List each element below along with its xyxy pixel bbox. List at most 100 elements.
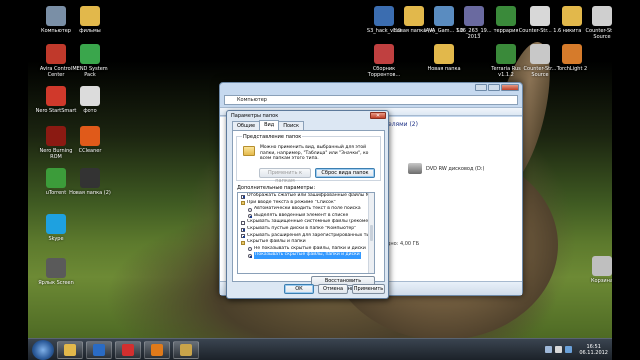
- shortcut-icon: [46, 44, 66, 64]
- desktop-icon[interactable]: Skype: [34, 214, 78, 242]
- shortcut-icon: [562, 44, 582, 64]
- advanced-setting-row[interactable]: Не показывать скрытые файлы, папки и дис…: [238, 246, 374, 253]
- shortcut-icon: [434, 44, 454, 64]
- shortcut-icon: [496, 44, 516, 64]
- folder-options-dialog[interactable]: Параметры папок ✕ Общие Вид Поиск Предст…: [226, 110, 389, 299]
- language-icon[interactable]: [565, 346, 573, 353]
- taskbar-button-folder-options[interactable]: [173, 340, 199, 359]
- letterbox-right: [612, 0, 640, 360]
- close-button[interactable]: [501, 84, 519, 91]
- desktop-icon[interactable]: Ярлык Screen: [34, 258, 78, 286]
- advanced-setting-label: При вводе текста в режиме "Список": [247, 199, 336, 205]
- advanced-setting-row[interactable]: Показывать скрытые файлы, папки и диски: [238, 252, 374, 259]
- advanced-setting-row[interactable]: Выделять введенный элемент в списке: [238, 213, 374, 220]
- shortcut-icon: [80, 86, 100, 106]
- folder-icon: [241, 240, 245, 245]
- apply-to-folders-button[interactable]: Применить к папкам: [259, 168, 311, 184]
- cancel-button[interactable]: Отмена: [318, 284, 348, 294]
- shortcut-icon: [404, 6, 424, 26]
- checkbox[interactable]: [241, 227, 245, 232]
- desktop-icon[interactable]: фото: [68, 86, 112, 114]
- desktop-icon-label: Skype: [48, 236, 64, 242]
- shortcut-icon: [80, 44, 100, 64]
- desktop-icon[interactable]: Counter-Str... Source: [580, 6, 612, 40]
- desktop-icon-label: Корзина: [590, 278, 612, 284]
- radio-button[interactable]: [248, 214, 252, 219]
- advanced-setting-row[interactable]: При вводе текста в режиме "Список": [238, 200, 374, 207]
- advanced-settings-label: Дополнительные параметры:: [237, 185, 316, 191]
- shortcut-icon: [530, 44, 550, 64]
- explorer-titlebar[interactable]: [220, 83, 522, 93]
- dialog-close-button[interactable]: ✕: [370, 112, 386, 119]
- taskbar-button-half-life[interactable]: [144, 340, 170, 359]
- desktop-icon[interactable]: Новая папка: [422, 44, 466, 72]
- taskbar-buttons: [54, 340, 199, 359]
- advanced-setting-label: Скрывать расширения для зарегистрированн…: [247, 232, 374, 238]
- shortcut-icon: [46, 6, 66, 26]
- advanced-setting-row[interactable]: Отображать сжатые или зашифрованные файл…: [238, 193, 374, 200]
- explorer-icon: [64, 343, 76, 356]
- advanced-setting-row[interactable]: Скрывать защищенные системные файлы (рек…: [238, 219, 374, 226]
- advanced-setting-row[interactable]: Автоматически вводить текст в поле поиск…: [238, 206, 374, 213]
- start-button[interactable]: [32, 339, 54, 360]
- radio-button[interactable]: [248, 207, 252, 212]
- folder-icon: [243, 146, 255, 156]
- tab-general[interactable]: Общие: [232, 121, 261, 130]
- advanced-setting-label: Выделять введенный элемент в списке: [254, 212, 349, 218]
- advanced-settings-scrollbar[interactable]: [368, 193, 374, 273]
- taskbar: 16:51 06.11.2012: [28, 338, 612, 360]
- desktop-icon-label: CCleaner: [78, 148, 102, 154]
- desktop-icon[interactable]: CCleaner: [68, 126, 112, 154]
- tab-search[interactable]: Поиск: [278, 121, 305, 130]
- tab-view[interactable]: Вид: [259, 120, 280, 130]
- minimize-button[interactable]: [475, 84, 487, 91]
- radio-button[interactable]: [248, 247, 252, 252]
- shortcut-icon: [530, 6, 550, 26]
- maximize-button[interactable]: [488, 84, 500, 91]
- desktop-icon[interactable]: TorchLight 2: [550, 44, 594, 72]
- explorer-group-header: елями (2): [388, 121, 418, 128]
- advanced-setting-row[interactable]: Скрывать расширения для зарегистрированн…: [238, 233, 374, 240]
- explorer-window-controls: [475, 84, 519, 91]
- shortcut-icon: [592, 256, 612, 276]
- advanced-settings-rows: Отображать сжатые или зашифрованные файл…: [238, 193, 374, 259]
- apply-button[interactable]: Применить: [352, 284, 385, 294]
- checkbox[interactable]: [241, 234, 245, 239]
- checkbox[interactable]: [241, 194, 245, 199]
- volume-icon[interactable]: [555, 346, 563, 353]
- taskbar-button-yandex[interactable]: [115, 340, 141, 359]
- desktop-icon[interactable]: Новая папка (2): [68, 168, 112, 196]
- shortcut-icon: [46, 126, 66, 146]
- advanced-setting-label: Скрывать защищенные системные файлы (рек…: [247, 219, 374, 225]
- advanced-settings-list[interactable]: Отображать сжатые или зашифрованные файл…: [237, 192, 375, 274]
- shortcut-icon: [80, 6, 100, 26]
- desktop-icon[interactable]: фильмы: [68, 6, 112, 34]
- advanced-setting-row[interactable]: Скрывать пустые диски в папке "Компьютер…: [238, 226, 374, 233]
- taskbar-button-media-player[interactable]: [86, 340, 112, 359]
- shortcut-icon: [562, 6, 582, 26]
- shortcut-icon: [374, 44, 394, 64]
- dvd-drive-item[interactable]: DVD RW дисковод (D:): [408, 163, 484, 174]
- half-life-icon: [151, 343, 163, 356]
- dvd-drive-label: DVD RW дисковод (D:): [426, 165, 485, 172]
- checkbox[interactable]: [241, 220, 245, 225]
- scrollbar-thumb[interactable]: [370, 225, 373, 241]
- desktop-icon-label: MEND System Pack: [72, 66, 108, 78]
- network-icon[interactable]: [545, 346, 553, 353]
- dialog-title: Параметры папок: [231, 113, 279, 119]
- reset-folders-button[interactable]: Сброс вида папок: [315, 168, 375, 178]
- desktop-icon[interactable]: MEND System Pack: [68, 44, 112, 78]
- taskbar-button-explorer[interactable]: [57, 340, 83, 359]
- shortcut-icon: [46, 258, 66, 278]
- desktop-icon[interactable]: Сборник Торрентов...: [362, 44, 406, 78]
- shortcut-icon: [46, 168, 66, 188]
- ok-button[interactable]: ОК: [284, 284, 314, 294]
- folder-views-description: Можно применить вид, выбранный для этой …: [260, 145, 369, 161]
- clock[interactable]: 16:51 06.11.2012: [579, 344, 608, 356]
- radio-button[interactable]: [248, 253, 252, 258]
- desktop-icon[interactable]: Корзина: [580, 256, 612, 284]
- advanced-setting-row[interactable]: Скрытые файлы и папки: [238, 239, 374, 246]
- desktop-icon-label: Counter-Str... Source: [585, 28, 612, 40]
- explorer-address-bar[interactable]: Компьютер: [224, 95, 518, 105]
- folder-views-group: Представление папок Можно применить вид,…: [236, 134, 381, 184]
